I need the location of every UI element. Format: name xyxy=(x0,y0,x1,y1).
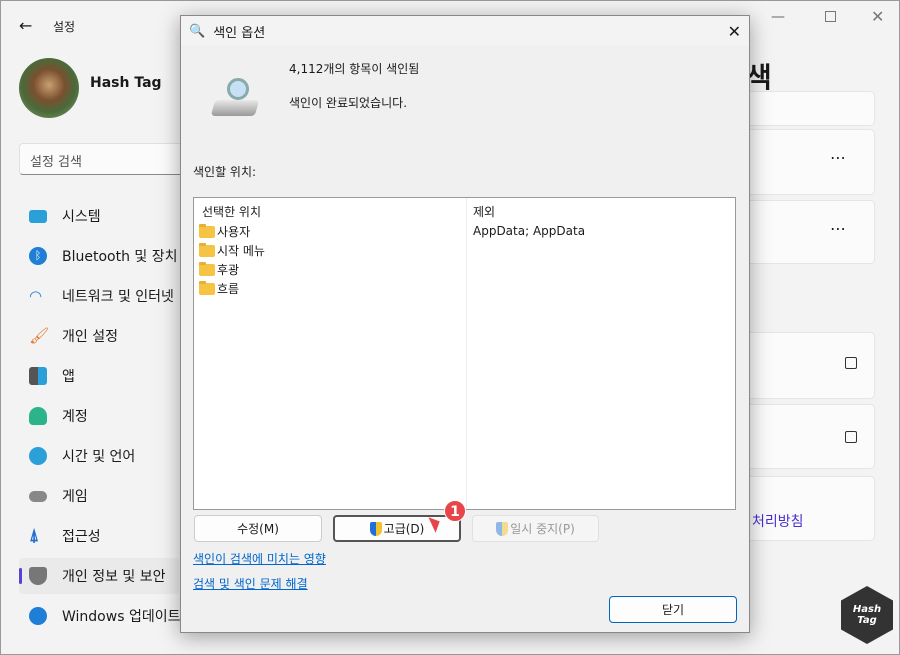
column-header-selected: 선택한 위치 xyxy=(202,205,262,219)
accessibility-icon: ⍋ xyxy=(29,526,40,546)
watermark-logo: Hash Tag xyxy=(841,586,893,644)
sidebar-item-apps[interactable]: 앱 xyxy=(19,358,179,394)
shield-icon xyxy=(29,567,47,585)
settings-card[interactable]: ⋯ xyxy=(741,200,875,264)
apps-icon xyxy=(29,367,47,385)
folder-icon xyxy=(199,223,215,238)
sidebar-item-accessibility[interactable]: ⍋ 접근성 xyxy=(19,518,179,554)
settings-card[interactable]: ⋯ xyxy=(741,129,875,195)
close-window-button[interactable]: ✕ xyxy=(871,7,884,26)
location-item[interactable]: 흐름 xyxy=(199,279,265,298)
locations-list[interactable]: 선택한 위치 제외 사용자 시작 메뉴 후광 흐름 AppData; AppDa… xyxy=(193,197,736,510)
indexing-effect-link[interactable]: 색인이 검색에 미치는 영향 xyxy=(193,550,326,567)
troubleshoot-link[interactable]: 검색 및 색인 문제 해결 xyxy=(193,575,308,592)
back-icon[interactable]: ← xyxy=(19,16,32,35)
index-status: 색인이 완료되었습니다. xyxy=(289,96,408,110)
more-icon[interactable]: ⋯ xyxy=(830,148,846,167)
window-title: 설정 xyxy=(53,20,76,34)
settings-card[interactable] xyxy=(741,332,875,399)
maximize-button[interactable] xyxy=(825,11,836,22)
sidebar-item-privacy-security[interactable]: 개인 정보 및 보안 xyxy=(19,558,179,594)
brush-icon: 🖌 xyxy=(29,326,50,345)
update-icon xyxy=(29,607,47,625)
folder-icon xyxy=(199,242,215,257)
sidebar-item-personalization[interactable]: 🖌 개인 설정 xyxy=(19,318,179,354)
annotation-badge: 1 xyxy=(444,500,466,522)
account-icon xyxy=(29,407,47,425)
location-item[interactable]: 사용자 xyxy=(199,222,265,241)
search-input[interactable]: 설정 검색 xyxy=(19,143,184,175)
dialog-title: 색인 옵션 xyxy=(213,25,266,41)
minimize-button[interactable]: — xyxy=(771,9,785,25)
indexing-icon: 🔍 xyxy=(189,23,206,39)
sidebar-item-network[interactable]: ◠ 네트워크 및 인터넷 xyxy=(19,278,179,314)
more-icon[interactable]: ⋯ xyxy=(830,219,846,238)
globe-clock-icon xyxy=(29,447,47,465)
drive-magnifier-icon xyxy=(209,78,261,122)
gamepad-icon xyxy=(29,491,47,502)
external-link-icon xyxy=(845,431,857,443)
column-header-excluded: 제외 xyxy=(473,205,496,219)
sidebar-item-system[interactable]: 시스템 xyxy=(19,198,179,234)
sidebar-item-time-language[interactable]: 시간 및 언어 xyxy=(19,438,179,474)
indexed-count: 4,112개의 항목이 색인됨 xyxy=(289,62,420,76)
avatar xyxy=(19,58,79,118)
settings-card xyxy=(741,91,875,126)
external-link-icon xyxy=(845,357,857,369)
user-name: Hash Tag xyxy=(90,75,162,91)
locations-label: 색인할 위치: xyxy=(193,165,257,179)
indexing-options-dialog: 🔍 색인 옵션 ✕ 4,112개의 항목이 색인됨 색인이 완료되었습니다. 색… xyxy=(180,15,750,633)
system-icon xyxy=(29,210,47,223)
wifi-icon: ◠ xyxy=(29,287,43,305)
dialog-titlebar: 🔍 색인 옵션 ✕ xyxy=(181,16,749,46)
pause-button[interactable]: 일시 중지(P) xyxy=(472,515,599,542)
sidebar-item-windows-update[interactable]: Windows 업데이트 xyxy=(19,598,180,634)
folder-icon xyxy=(199,261,215,276)
uac-shield-icon xyxy=(369,521,382,536)
sidebar-item-accounts[interactable]: 계정 xyxy=(19,398,179,434)
uac-shield-icon xyxy=(496,521,509,536)
sidebar-item-gaming[interactable]: 게임 xyxy=(19,478,179,514)
advanced-button[interactable]: 고급(D) xyxy=(333,515,461,542)
location-item[interactable]: 후광 xyxy=(199,260,265,279)
privacy-link[interactable]: 처리방침 xyxy=(752,511,804,531)
exclusion-item: AppData; AppData xyxy=(473,224,586,238)
settings-card: 처리방침 xyxy=(741,476,875,541)
dialog-close-icon[interactable]: ✕ xyxy=(728,22,741,41)
bluetooth-icon: ᛒ xyxy=(29,247,47,265)
close-button[interactable]: 닫기 xyxy=(609,596,737,623)
settings-card[interactable] xyxy=(741,404,875,469)
location-item[interactable]: 시작 메뉴 xyxy=(199,241,265,260)
modify-button[interactable]: 수정(M) xyxy=(194,515,322,542)
sidebar-item-bluetooth[interactable]: ᛒ Bluetooth 및 장치 xyxy=(19,238,179,274)
folder-icon xyxy=(199,280,215,295)
